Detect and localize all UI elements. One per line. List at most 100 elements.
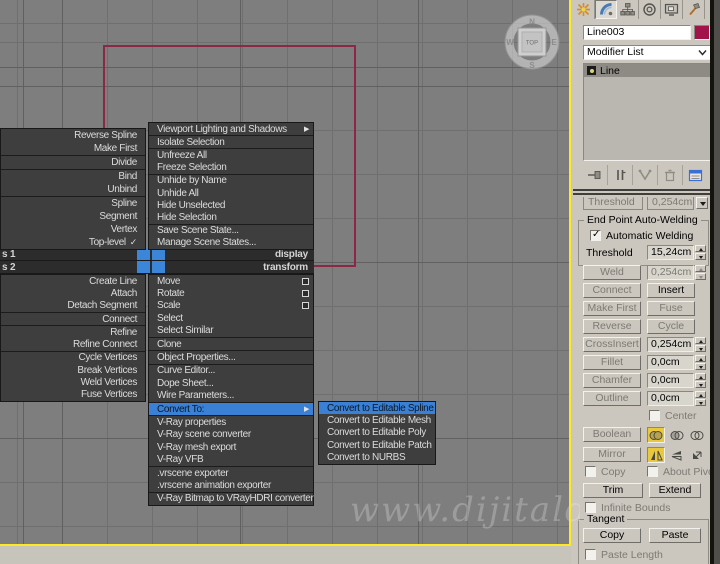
chamfer-button[interactable]: Chamfer xyxy=(583,373,641,388)
menu-item-dope-sheet[interactable]: Dope Sheet... xyxy=(149,377,313,389)
tangent-paste-button[interactable]: Paste xyxy=(649,528,701,543)
crossinsert-spinner[interactable] xyxy=(695,337,706,352)
menu-item-convert-to-editable-mesh[interactable]: Convert to Editable Mesh xyxy=(319,414,435,426)
menu-item-refine[interactable]: Refine xyxy=(1,326,145,338)
modifier-list-dropdown[interactable]: Modifier List xyxy=(583,45,711,60)
configure-modifier-sets-button[interactable] xyxy=(683,165,708,185)
menu-item-v-ray-bitmap-to-vrayhdri-converter[interactable]: V-Ray Bitmap to VRayHDRI converter xyxy=(149,493,314,505)
menu-item-weld-vertices[interactable]: Weld Vertices xyxy=(1,376,145,388)
menu-item-break-vertices[interactable]: Break Vertices xyxy=(1,364,145,376)
menu-item-unbind[interactable]: Unbind xyxy=(1,183,145,196)
menu-item-select[interactable]: Select xyxy=(149,312,313,324)
menu-item-divide[interactable]: Divide xyxy=(1,156,145,169)
fillet-button[interactable]: Fillet xyxy=(583,355,641,370)
menu-item-v-ray-vfb[interactable]: V-Ray VFB xyxy=(149,453,313,465)
spinner-down-button[interactable] xyxy=(696,197,708,209)
remove-modifier-button[interactable] xyxy=(658,165,683,185)
pin-stack-button[interactable] xyxy=(583,165,608,185)
menu-item-move[interactable]: Move xyxy=(149,275,313,287)
copy-checkbox[interactable] xyxy=(585,466,596,477)
weld-button[interactable]: Weld xyxy=(583,265,641,280)
menu-item-segment[interactable]: Segment xyxy=(1,210,145,223)
boolean-button[interactable]: Boolean xyxy=(583,427,641,442)
menu-item-convert-to-editable-patch[interactable]: Convert to Editable Patch xyxy=(319,439,435,451)
boolean-intersect-button[interactable] xyxy=(688,427,706,443)
settings-box-icon[interactable] xyxy=(302,302,309,310)
menu-item-scale[interactable]: Scale xyxy=(149,300,313,312)
chamfer-spinner[interactable] xyxy=(695,373,706,388)
menu-item-connect[interactable]: Connect xyxy=(1,313,145,325)
outline-button[interactable]: Outline xyxy=(583,391,641,406)
insert-button[interactable]: Insert xyxy=(647,283,695,298)
reverse-button[interactable]: Reverse xyxy=(583,319,641,334)
paste-length-checkbox[interactable] xyxy=(585,549,596,560)
modifier-stack[interactable]: Line xyxy=(583,63,711,161)
settings-box-icon[interactable] xyxy=(302,277,309,285)
menu-item-hide-selection[interactable]: Hide Selection xyxy=(149,211,313,223)
infinite-bounds-checkbox[interactable] xyxy=(585,502,596,513)
menu-item-v-ray-properties[interactable]: V-Ray properties xyxy=(149,416,313,428)
menu-item-detach-segment[interactable]: Detach Segment xyxy=(1,300,145,312)
menu-item-attach[interactable]: Attach xyxy=(1,287,145,299)
menu-item-cycle-vertices[interactable]: Cycle Vertices xyxy=(1,352,145,364)
make-first-button[interactable]: Make First xyxy=(583,301,641,316)
automatic-welding-checkbox[interactable] xyxy=(590,229,601,241)
menu-item-top-level[interactable]: Top-level ✓ xyxy=(1,236,145,249)
menu-item-manage-scene-states[interactable]: Manage Scene States... xyxy=(149,237,313,249)
tab-hierarchy[interactable] xyxy=(617,0,639,19)
menu-item-vrscene-exporter[interactable]: .vrscene exporter xyxy=(149,467,313,479)
object-name-input[interactable]: Line003 xyxy=(583,25,691,40)
extend-button[interactable]: Extend xyxy=(649,483,701,498)
mirror-horizontal-button[interactable] xyxy=(647,447,665,463)
viewcube-west-label[interactable]: W xyxy=(506,38,514,47)
boolean-subtract-button[interactable] xyxy=(668,427,686,443)
menu-item-save-scene-state[interactable]: Save Scene State... xyxy=(149,225,313,237)
threshold-spinner[interactable] xyxy=(695,245,706,260)
menu-item-vertex[interactable]: Vertex xyxy=(1,223,145,236)
boolean-union-button[interactable] xyxy=(647,427,665,443)
fillet-spinner[interactable] xyxy=(695,355,706,370)
menu-item-freeze-selection[interactable]: Freeze Selection xyxy=(149,162,313,174)
menu-item-convert-to-editable-spline[interactable]: Convert to Editable Spline xyxy=(319,402,435,415)
outline-field[interactable]: 0,0cm xyxy=(647,391,694,406)
menu-item-create-line[interactable]: Create Line xyxy=(1,275,145,287)
viewcube-south-label[interactable]: S xyxy=(529,61,535,70)
cycle-button[interactable]: Cycle xyxy=(647,319,695,334)
tab-utilities[interactable] xyxy=(683,0,705,19)
threshold-value-clipped[interactable]: 0,254cm xyxy=(647,197,694,210)
object-color-swatch[interactable] xyxy=(694,25,710,40)
menu-item-object-properties[interactable]: Object Properties... xyxy=(149,351,313,363)
weld-threshold-spinner[interactable] xyxy=(695,265,706,280)
crossinsert-button[interactable]: CrossInsert xyxy=(583,337,641,352)
menu-item-make-first[interactable]: Make First xyxy=(1,142,145,155)
menu-item-spline[interactable]: Spline xyxy=(1,197,145,210)
menu-item-select-similar[interactable]: Select Similar xyxy=(149,325,313,337)
weld-threshold-field[interactable]: 0,254cm xyxy=(647,265,694,280)
menu-item-unfreeze-all[interactable]: Unfreeze All xyxy=(149,149,313,161)
menu-item-refine-connect[interactable]: Refine Connect xyxy=(1,338,145,350)
menu-item-reverse-spline[interactable]: Reverse Spline xyxy=(1,129,145,142)
crossinsert-field[interactable]: 0,254cm xyxy=(647,337,694,352)
menu-item-convert-to-nurbs[interactable]: Convert to NURBS xyxy=(319,452,435,464)
show-end-result-button[interactable] xyxy=(608,165,633,185)
menu-item-unhide-all[interactable]: Unhide All xyxy=(149,187,313,199)
menu-item-vrscene-animation-exporter[interactable]: .vrscene animation exporter xyxy=(149,479,313,491)
menu-item-convert-to-editable-poly[interactable]: Convert to Editable Poly xyxy=(319,427,435,439)
menu-item-wire-parameters[interactable]: Wire Parameters... xyxy=(149,390,313,402)
tab-motion[interactable] xyxy=(639,0,661,19)
mirror-both-button[interactable] xyxy=(688,447,706,463)
menu-item-isolate-selection[interactable]: Isolate Selection xyxy=(149,136,313,148)
menu-item-unhide-by-name[interactable]: Unhide by Name xyxy=(149,175,313,187)
viewcube-east-label[interactable]: E xyxy=(551,38,557,47)
menu-item-bind[interactable]: Bind xyxy=(1,170,145,183)
fuse-button[interactable]: Fuse xyxy=(647,301,695,316)
menu-item-rotate[interactable]: Rotate xyxy=(149,287,313,299)
about-pivot-checkbox[interactable] xyxy=(647,466,658,477)
tangent-copy-button[interactable]: Copy xyxy=(583,528,641,543)
center-checkbox[interactable] xyxy=(649,410,660,421)
mirror-button[interactable]: Mirror xyxy=(583,447,641,462)
connect-button[interactable]: Connect xyxy=(583,283,641,298)
viewcube[interactable]: N E S W TOP xyxy=(503,13,561,71)
make-unique-button[interactable] xyxy=(633,165,658,185)
menu-item-hide-unselected[interactable]: Hide Unselected xyxy=(149,199,313,211)
